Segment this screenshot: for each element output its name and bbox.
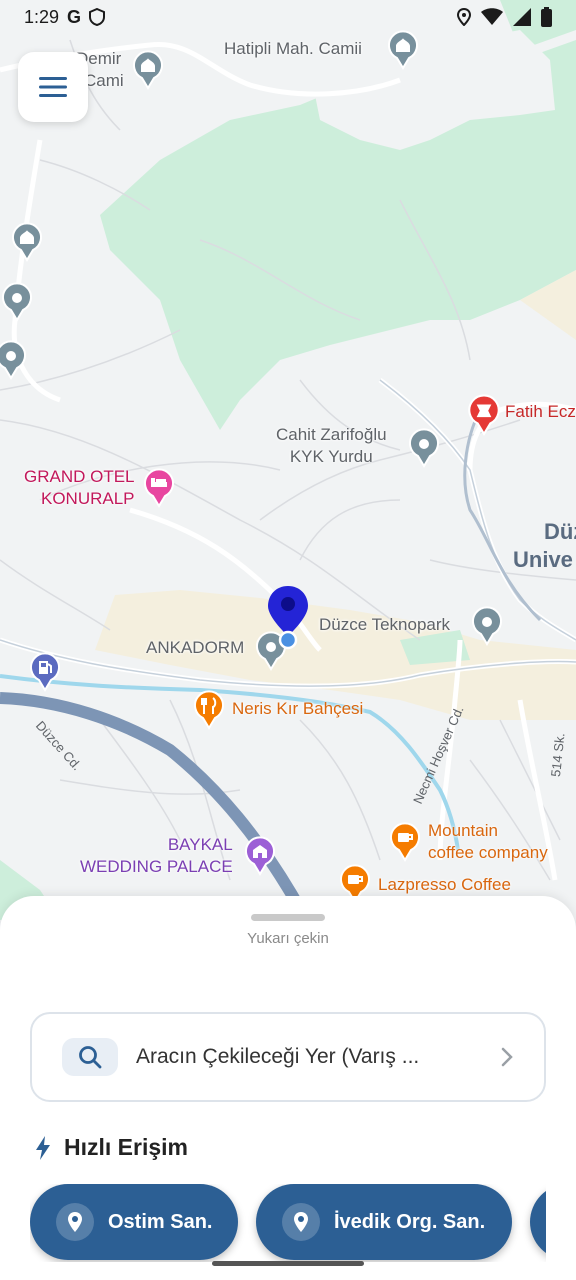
venue-pin-icon[interactable] [244, 836, 276, 876]
search-icon [79, 1046, 102, 1069]
hotel-pin-icon[interactable] [143, 468, 175, 508]
place-pin-icon[interactable] [0, 340, 27, 380]
quick-chip-label: İvedik Org. San. [334, 1210, 486, 1233]
quick-access-title: Hızlı Erişim [64, 1134, 188, 1160]
google-icon: G [67, 6, 82, 27]
bottom-sheet[interactable]: Yukarı çekin Aracın Çekileceği Yer (Varı… [0, 896, 576, 1280]
battery-icon [541, 7, 552, 27]
mosque-pin-icon[interactable] [387, 30, 419, 70]
quick-access-header: Hızlı Erişim [34, 1134, 188, 1161]
signal-icon [513, 8, 531, 26]
place-label-mountain-coffee[interactable]: Mountain coffee company [428, 820, 548, 864]
restaurant-pin-icon[interactable] [193, 690, 225, 730]
location-pin-icon [282, 1203, 320, 1241]
quick-chip-more[interactable] [530, 1184, 546, 1260]
place-label-teknopark[interactable]: Düzce Teknopark [319, 615, 450, 635]
place-pin-icon[interactable] [1, 282, 33, 322]
location-icon [457, 8, 471, 26]
quick-access-chips[interactable]: Ostim San. İvedik Org. San. [30, 1184, 546, 1262]
quick-chip-ivedik[interactable]: İvedik Org. San. [256, 1184, 512, 1260]
gas-station-pin-icon[interactable] [29, 652, 61, 692]
mosque-pin-icon[interactable] [11, 222, 43, 262]
menu-button[interactable] [18, 52, 88, 122]
place-label-cahit-zarifoglu[interactable]: Cahit Zarifoğlu KYK Yurdu [276, 424, 387, 468]
place-pin-icon[interactable] [408, 428, 440, 468]
pull-up-hint: Yukarı çekin [247, 930, 329, 947]
home-indicator[interactable] [212, 1261, 364, 1266]
pharmacy-pin-icon[interactable] [467, 394, 501, 436]
location-pin-icon [56, 1203, 94, 1241]
quick-chip-label: Ostim San. [108, 1210, 213, 1233]
place-pin-icon[interactable] [471, 606, 503, 646]
drag-handle[interactable] [251, 914, 325, 921]
place-label-baykal[interactable]: BAYKAL WEDDING PALACE [80, 834, 233, 878]
place-label-grand-otel[interactable]: GRAND OTEL KONURALP [24, 466, 135, 510]
chevron-right-icon [501, 1047, 513, 1067]
search-placeholder: Aracın Çekileceği Yer (Varış ... [136, 1045, 420, 1068]
coffee-pin-icon[interactable] [389, 822, 421, 862]
quick-chip-ostim[interactable]: Ostim San. [30, 1184, 238, 1260]
status-time: 1:29 [24, 6, 60, 27]
lightning-icon [36, 1135, 50, 1160]
place-label-ankadorm[interactable]: ANKADORM [146, 638, 244, 658]
destination-search-field[interactable]: Aracın Çekileceği Yer (Varış ... [30, 1012, 546, 1102]
shield-icon [89, 8, 106, 26]
place-label-university-1[interactable]: Düz [544, 518, 576, 546]
place-label-lazpresso[interactable]: Lazpresso Coffee [378, 874, 511, 896]
wifi-icon [481, 8, 503, 25]
mosque-pin-icon[interactable] [132, 50, 164, 90]
hamburger-menu-icon [39, 77, 67, 97]
place-label-fatih-ecz[interactable]: Fatih Ecz [505, 402, 576, 422]
place-label-neris[interactable]: Neris Kır Bahçesi [232, 698, 363, 720]
place-label-hatipli[interactable]: Hatipli Mah. Camii [224, 39, 362, 59]
current-location-marker-icon[interactable] [266, 584, 310, 650]
search-icon-container [62, 1038, 118, 1076]
status-bar: 1:29 G [0, 0, 576, 34]
place-label-university-2[interactable]: Unive [513, 546, 573, 574]
